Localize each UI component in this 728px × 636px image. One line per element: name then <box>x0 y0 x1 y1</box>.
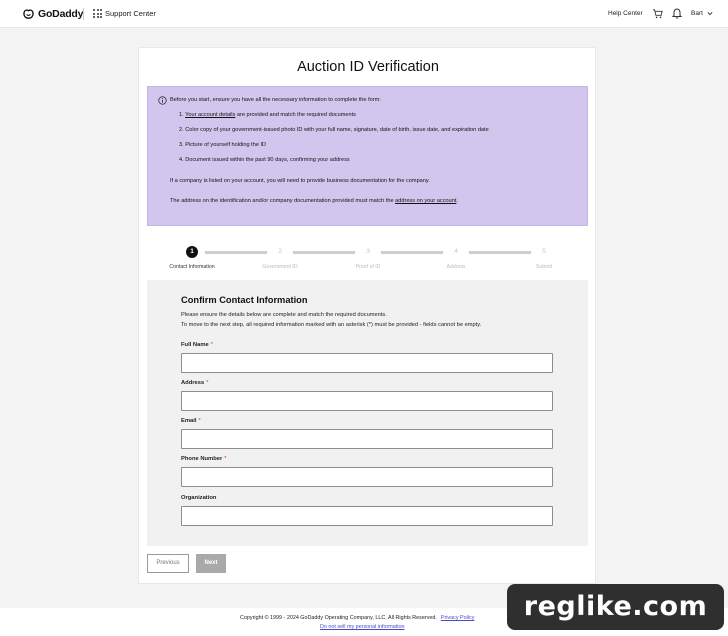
address-note: The address on the identification and/or… <box>170 198 458 204</box>
previous-button[interactable]: Previous <box>147 554 189 573</box>
item-text: are provided and match the required docu… <box>235 112 356 118</box>
privacy-policy-link[interactable]: Privacy Policy <box>441 615 475 621</box>
chevron-down-icon[interactable] <box>707 11 713 16</box>
help-center-link[interactable]: Help Center <box>608 10 643 17</box>
address-note-end: . <box>456 198 458 204</box>
step-3-label: Proof of ID <box>355 264 381 270</box>
address-note-text: The address on the identification and/or… <box>170 198 396 204</box>
phone-input[interactable] <box>181 467 553 487</box>
required-asterisk: * <box>206 380 209 386</box>
copyright-text: Copyright © 1999 - 2024 GoDaddy Operatin… <box>240 615 437 621</box>
progress-stepper: 1 2 3 4 5 Contact Information Government… <box>139 246 597 276</box>
item-text: Picture of yourself holding the ID <box>185 142 267 148</box>
phone-label: Phone Number * <box>181 456 227 462</box>
page-title: Auction ID Verification <box>297 59 439 75</box>
phone-label-text: Phone Number <box>181 456 223 462</box>
full-name-label: Full Name * <box>181 342 213 348</box>
item-number: 3. <box>179 142 184 148</box>
step-2-indicator: 2 <box>278 248 282 255</box>
step-connector <box>469 251 531 254</box>
company-note: If a company is listed on your account, … <box>170 178 430 184</box>
full-name-input[interactable] <box>181 353 553 373</box>
notice-item-1: 1. Your account details are provided and… <box>179 112 356 118</box>
item-text: Color copy of your government-issued pho… <box>185 127 489 133</box>
watermark-badge: reglike.com <box>507 584 724 630</box>
item-number: 4. <box>179 157 184 163</box>
organization-input[interactable] <box>181 506 553 526</box>
full-name-label-text: Full Name <box>181 342 209 348</box>
step-connector <box>293 251 355 254</box>
item-text: Document issued within the past 90 days,… <box>185 157 350 163</box>
info-notice: Before you start, ensure you have all th… <box>147 86 588 226</box>
item-number: 1. <box>179 112 184 118</box>
apps-grid-icon[interactable] <box>93 9 102 18</box>
verification-card: Auction ID Verification Before you start… <box>138 47 596 584</box>
next-button[interactable]: Next <box>196 554 226 573</box>
cart-icon[interactable] <box>652 8 663 19</box>
required-asterisk: * <box>210 342 213 348</box>
header-divider <box>83 8 84 20</box>
email-label-text: Email <box>181 418 197 424</box>
organization-label: Organization <box>181 495 217 501</box>
notice-item-2: 2. Color copy of your government-issued … <box>179 127 489 133</box>
step-3-indicator: 3 <box>366 248 370 255</box>
section-title: Confirm Contact Information <box>181 295 308 305</box>
info-icon <box>158 96 167 105</box>
notice-item-3: 3. Picture of yourself holding the ID <box>179 142 266 148</box>
copyright-line: Copyright © 1999 - 2024 GoDaddy Operatin… <box>240 615 474 621</box>
bell-icon[interactable] <box>672 7 682 19</box>
do-not-sell-link[interactable]: Do not sell my personal information <box>320 624 405 630</box>
step-4-label: Address <box>446 264 466 270</box>
godaddy-logo-icon <box>23 9 34 19</box>
user-menu-name[interactable]: Bart <box>691 10 703 17</box>
step-1-label: Contact Information <box>169 264 215 270</box>
logo-text: GoDaddy <box>38 8 84 20</box>
contact-form-panel: Confirm Contact Information Please ensur… <box>147 280 588 546</box>
step-4-indicator: 4 <box>454 248 458 255</box>
email-label: Email * <box>181 418 201 424</box>
address-label-text: Address <box>181 380 205 386</box>
step-connector <box>381 251 443 254</box>
godaddy-logo[interactable]: GoDaddy <box>22 8 83 20</box>
notice-item-4: 4. Document issued within the past 90 da… <box>179 157 350 163</box>
step-connector <box>205 251 267 254</box>
address-label: Address * <box>181 380 208 386</box>
step-1-indicator: 1 <box>186 246 198 258</box>
top-nav-bar: GoDaddy Support Center Help Center Bart <box>0 0 728 28</box>
email-input[interactable] <box>181 429 553 449</box>
item-number: 2. <box>179 127 184 133</box>
support-center-link[interactable]: Support Center <box>105 9 156 18</box>
address-input[interactable] <box>181 391 553 411</box>
required-asterisk: * <box>224 456 227 462</box>
form-description: Please ensure the details below are comp… <box>181 312 387 318</box>
step-2-label: Government ID <box>262 264 298 270</box>
required-asterisk: * <box>198 418 201 424</box>
account-address-link[interactable]: address on your account <box>395 198 456 204</box>
account-details-link[interactable]: Your account details <box>185 112 235 118</box>
form-instructions: To move to the next step, all required i… <box>181 322 482 328</box>
notice-intro: Before you start, ensure you have all th… <box>170 97 381 103</box>
step-5-label: Submit <box>535 264 553 270</box>
step-5-indicator: 5 <box>542 248 546 255</box>
